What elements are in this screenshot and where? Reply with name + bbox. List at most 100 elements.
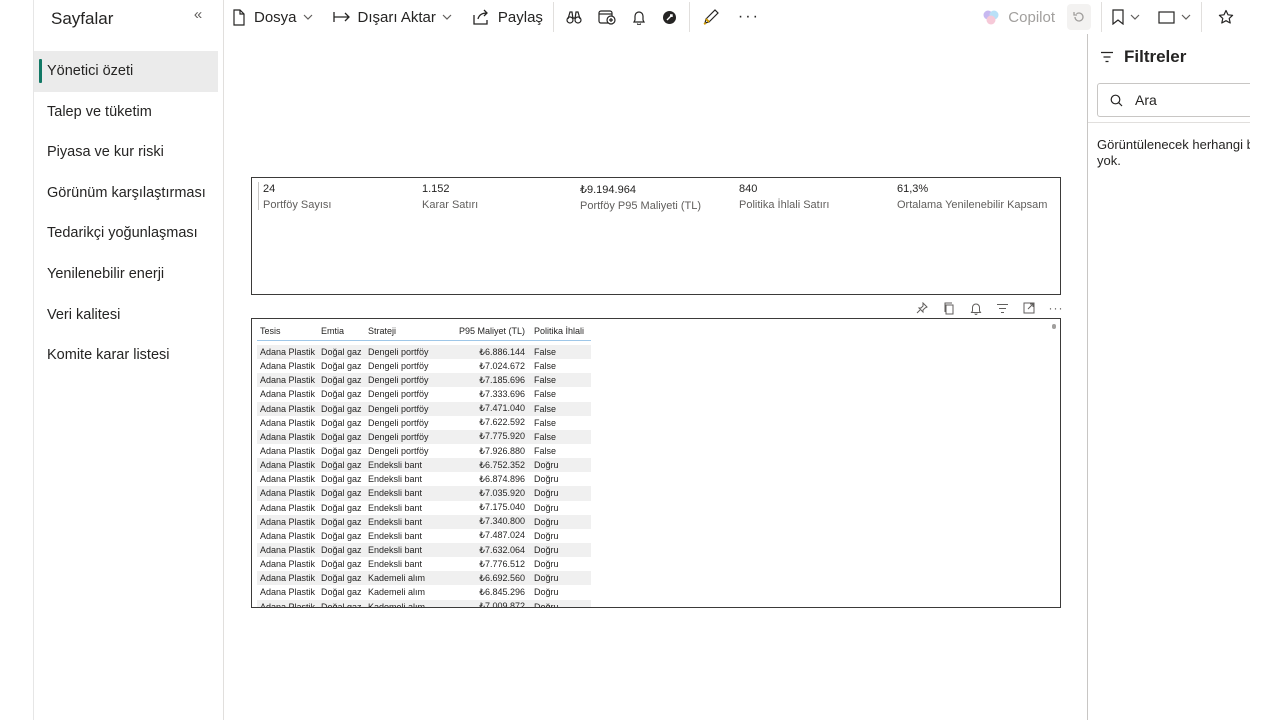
filters-title: Filtreler — [1100, 47, 1186, 67]
kpi-value: 840 — [739, 183, 758, 195]
column-header-emtia[interactable]: Emtia — [318, 326, 365, 336]
cell-p95-cost: ₺7.632.064 — [479, 544, 525, 555]
more-options-icon[interactable]: ··· — [1048, 300, 1064, 316]
pencil-icon[interactable] — [694, 0, 728, 34]
binoculars-icon[interactable] — [558, 0, 590, 34]
cell-emtia: Doğal gaz — [321, 559, 362, 570]
chevron-down-icon — [303, 14, 313, 20]
cell-strateji: Kademeli alım — [368, 587, 426, 598]
copilot-button[interactable]: Copilot — [976, 0, 1061, 34]
kpi-card[interactable]: 24 Portföy Sayısı 1.152 Karar Satırı ₺9.… — [251, 177, 1061, 295]
table-row[interactable]: Adana Plastik Doğal gaz Dengeli portföy ₺7.… — [257, 359, 591, 373]
cell-tesis: Adana Plastik — [260, 361, 316, 372]
cell-strateji: Dengeli portföy — [368, 389, 429, 400]
table-row[interactable]: Adana Plastik Doğal gaz Endeksli bant ₺7.48… — [257, 529, 591, 543]
export-menu-button[interactable]: Dışarı Aktar — [319, 0, 458, 34]
cell-policy-violation: Doğru — [534, 516, 559, 527]
table-row[interactable]: Adana Plastik Doğal gaz Endeksli bant ₺7.34… — [257, 514, 591, 529]
cell-policy-violation: False — [534, 347, 557, 358]
table-scrollbar[interactable] — [1052, 324, 1056, 329]
table-row[interactable]: Adana Plastik Doğal gaz Kademeli alım ₺6.84… — [257, 585, 591, 599]
copy-icon[interactable] — [941, 300, 957, 316]
pages-pane-title: Sayfalar — [51, 9, 114, 28]
table-row[interactable]: Adana Plastik Doğal gaz Dengeli portföy ₺7.… — [257, 444, 591, 458]
page-item-gorunum-karsilastirmasi[interactable]: Görünüm karşılaştırması — [34, 173, 218, 214]
table-row[interactable]: Adana Plastik Doğal gaz Kademeli alım ₺6.69… — [257, 571, 591, 586]
bookmark-icon[interactable] — [1106, 0, 1144, 34]
table-row[interactable]: Adana Plastik Doğal gaz Dengeli portföy ₺7.… — [257, 416, 591, 430]
cell-p95-cost: ₺7.775.920 — [479, 431, 525, 442]
bell-icon[interactable] — [624, 0, 654, 34]
alert-bell-icon[interactable] — [968, 300, 984, 316]
column-header-strateji[interactable]: Strateji — [365, 326, 442, 336]
left-gutter — [0, 0, 34, 720]
kpi-accent-divider — [258, 182, 259, 210]
cell-emtia: Doğal gaz — [321, 389, 362, 400]
cell-policy-violation: Doğru — [534, 545, 559, 556]
filters-empty-line-2: yok. — [1097, 153, 1121, 168]
filter-icon[interactable] — [994, 300, 1010, 316]
cell-strateji: Endeksli bant — [368, 545, 423, 556]
table-row[interactable]: Adana Plastik Doğal gaz Dengeli portföy ₺7.… — [257, 429, 591, 444]
share-button[interactable]: Paylaş — [458, 0, 549, 34]
table-row[interactable]: Adana Plastik Doğal gaz Endeksli bant ₺7.03… — [257, 486, 591, 501]
page-item-yenilenebilir-enerji[interactable]: Yenilenebilir enerji — [34, 254, 218, 295]
table-row[interactable]: Adana Plastik Doğal gaz Dengeli portföy ₺7.… — [257, 387, 591, 401]
table-row[interactable]: Adana Plastik Doğal gaz Dengeli portföy ₺7.… — [257, 401, 591, 416]
decision-table-visual[interactable]: Tesis Emtia Strateji P95 Maliyet (TL) Po… — [251, 318, 1061, 608]
more-icon[interactable]: ··· — [728, 0, 770, 34]
table-row[interactable]: Adana Plastik Doğal gaz Endeksli bant ₺7.63… — [257, 542, 591, 558]
cell-strateji: Endeksli bant — [368, 559, 423, 570]
filters-pane: Filtreler Ara Görüntülenecek herhangi bi… — [1087, 34, 1267, 720]
cell-policy-violation: Doğru — [534, 601, 559, 608]
kpi-value: 61,3% — [897, 183, 929, 195]
column-header-p95-cost[interactable]: P95 Maliyet (TL) — [442, 326, 532, 336]
page-item-talep-ve-tuketim[interactable]: Talep ve tüketim — [34, 92, 218, 133]
table-row[interactable]: Adana Plastik Doğal gaz Endeksli bant ₺6.75… — [257, 458, 591, 473]
cell-emtia: Doğal gaz — [321, 530, 362, 541]
table-row[interactable]: Adana Plastik Doğal gaz Endeksli bant ₺7.77… — [257, 557, 591, 571]
column-header-policy-violation[interactable]: Politika İhlali — [532, 326, 591, 336]
cell-p95-cost: ₺7.340.800 — [479, 516, 525, 527]
table-row[interactable]: Adana Plastik Doğal gaz Endeksli bant ₺7.17… — [257, 501, 591, 515]
cell-policy-violation: Doğru — [534, 474, 559, 485]
pin-icon[interactable] — [914, 300, 930, 316]
undo-icon[interactable] — [1067, 4, 1091, 30]
cell-p95-cost: ₺7.175.040 — [479, 502, 525, 513]
table-row[interactable]: Adana Plastik Doğal gaz Dengeli portföy ₺7.… — [257, 373, 591, 388]
cell-tesis: Adana Plastik — [260, 417, 316, 428]
view-icon[interactable] — [1144, 0, 1197, 34]
page-item-tedarikci-yogunlasmasi[interactable]: Tedarikçi yoğunlaşması — [34, 213, 218, 254]
add-visual-icon[interactable] — [590, 0, 624, 34]
toolbar-divider — [552, 2, 554, 32]
visual-header-toolbar: ··· — [914, 299, 1064, 317]
page-item-piyasa-ve-kur-riski[interactable]: Piyasa ve kur riski — [34, 132, 218, 173]
table-row[interactable]: Adana Plastik Doğal gaz Endeksli bant ₺6.87… — [257, 472, 591, 486]
cell-tesis: Adana Plastik — [260, 587, 316, 598]
cell-emtia: Doğal gaz — [321, 573, 362, 584]
share-label: Paylaş — [497, 8, 543, 26]
cell-emtia: Doğal gaz — [321, 516, 362, 527]
column-header-tesis[interactable]: Tesis — [257, 326, 318, 336]
filter-lines-icon — [1101, 51, 1113, 63]
copilot-icon — [982, 8, 1000, 26]
cell-strateji: Endeksli bant — [368, 488, 423, 499]
cell-p95-cost: ₺7.776.512 — [479, 558, 525, 569]
table-row[interactable]: Adana Plastik Doğal gaz Kademeli alım ₺7.00… — [257, 599, 591, 608]
cell-p95-cost: ₺7.185.696 — [479, 374, 525, 385]
focus-mode-icon[interactable] — [1021, 300, 1037, 316]
cell-strateji: Dengeli portföy — [368, 446, 429, 457]
cell-tesis: Adana Plastik — [260, 559, 316, 570]
cell-policy-violation: Doğru — [534, 530, 559, 541]
cell-emtia: Doğal gaz — [321, 446, 362, 457]
table-row[interactable]: Adana Plastik Doğal gaz Dengeli portföy ₺6.… — [257, 345, 591, 360]
double-chevron-left-icon[interactable]: « — [190, 6, 206, 24]
page-item-komite-karar-listesi[interactable]: Komite karar listesi — [34, 335, 218, 376]
page-item-yonetici-ozeti[interactable]: Yönetici özeti — [34, 51, 218, 92]
favorite-star-icon[interactable] — [1206, 0, 1250, 34]
page-item-veri-kalitesi[interactable]: Veri kalitesi — [34, 295, 218, 336]
insights-icon[interactable] — [654, 0, 685, 34]
cell-p95-cost: ₺6.692.560 — [479, 572, 525, 583]
filters-search-input[interactable]: Ara — [1097, 83, 1267, 117]
file-menu-button[interactable]: Dosya — [224, 0, 319, 34]
